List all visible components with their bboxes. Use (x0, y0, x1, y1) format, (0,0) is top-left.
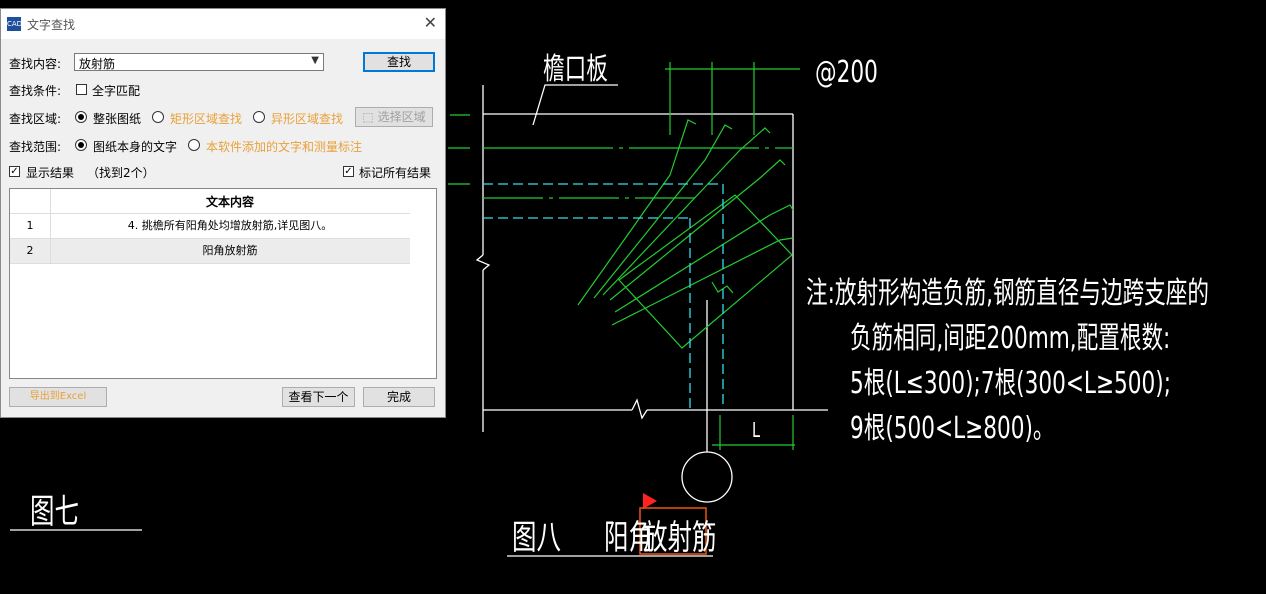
table-row[interactable]: 1 4. 挑檐所有阳角处均增放射筋,详见图八。 (10, 214, 410, 239)
note-line-4: 9根(500<L≥800)。 (850, 411, 1055, 446)
figure-8-title-b: 放射筋 (643, 518, 717, 558)
app-icon: CAD (7, 17, 22, 31)
chevron-down-icon[interactable]: ▼ (311, 55, 319, 66)
select-area-button[interactable]: ⬚ 选择区域 (355, 107, 433, 127)
eave-leader (532, 84, 618, 126)
note-line-3: 5根(L≤300);7根(300<L≥500); (850, 366, 1171, 401)
show-results-checkbox[interactable]: ✓ (9, 166, 20, 177)
dialog-titlebar[interactable]: CAD 文字查找 ✕ (1, 9, 445, 39)
whole-word-checkbox[interactable] (76, 84, 87, 95)
radial-bar-4 (609, 159, 786, 301)
dialog-title: 文字查找 (27, 18, 76, 32)
axis-bubble (681, 451, 733, 503)
area-irregular-radio[interactable] (253, 111, 265, 123)
find-scope-label: 查找范围: (9, 140, 62, 154)
view-next-button[interactable]: 查看下一个 (282, 387, 355, 407)
find-condition-label: 查找条件: (9, 84, 62, 98)
row-text: 4. 挑檐所有阳角处均增放射筋,详见图八。 (127, 219, 333, 232)
break-mark-bottom (631, 398, 648, 420)
scope-added-label[interactable]: 本软件添加的文字和测量标注 (206, 138, 362, 155)
note-line-2: 负筋相同,间距200mm,配置根数: (850, 321, 1171, 356)
select-area-label: 选择区域 (377, 110, 426, 124)
table-header: 文本内容 (10, 189, 410, 214)
show-results-label[interactable]: 显示结果 (26, 164, 74, 181)
found-count: （找到2个） (87, 166, 155, 180)
radial-bar-6 (611, 237, 794, 326)
eave-label: 檐口板 (543, 52, 608, 87)
dim-L-text: L (752, 418, 761, 442)
radial-bar-2 (593, 124, 733, 299)
column-header-text: 文本内容 (205, 195, 254, 209)
find-button[interactable]: 查找 (363, 52, 435, 72)
figure-7-label: 图七 (30, 492, 79, 532)
mark-all-label[interactable]: 标记所有结果 (359, 164, 431, 181)
find-content-value: 放射筋 (79, 57, 116, 71)
spacing-label: @200 (815, 55, 878, 90)
table-row[interactable]: 2 阳角放射筋 (10, 239, 410, 264)
area-whole-label[interactable]: 整张图纸 (93, 110, 141, 127)
scope-drawing-radio[interactable] (75, 139, 87, 151)
area-rect-radio[interactable] (152, 111, 164, 123)
radial-bar-5 (614, 204, 794, 313)
select-area-icon: ⬚ (362, 110, 378, 124)
break-mark-left (475, 254, 491, 271)
area-whole-radio[interactable] (75, 111, 87, 123)
area-irregular-label[interactable]: 异形区域查找 (271, 110, 343, 127)
radial-bar-3 (602, 127, 771, 296)
find-text-dialog: CAD 文字查找 ✕ 查找内容: 放射筋 ▼ 查找 查找条件: 全字匹配 查找区… (0, 8, 446, 418)
row-number: 1 (10, 214, 51, 238)
find-result-marker (643, 493, 657, 509)
area-rect-label[interactable]: 矩形区域查找 (170, 110, 242, 127)
note-line-1: 注:放射形构造负筋,钢筋直径与边跨支座的 (806, 276, 1209, 311)
done-button[interactable]: 完成 (363, 387, 435, 407)
row-text: 阳角放射筋 (202, 244, 258, 257)
whole-word-label[interactable]: 全字匹配 (92, 82, 140, 99)
row-number: 2 (10, 239, 51, 263)
export-excel-button[interactable]: 导出到Excel (9, 387, 107, 407)
close-icon[interactable]: ✕ (424, 13, 437, 32)
scope-drawing-label[interactable]: 图纸本身的文字 (93, 138, 177, 155)
figure-8-label: 图八 (512, 518, 561, 558)
mark-all-checkbox[interactable]: ✓ (343, 166, 354, 177)
find-content-combo[interactable]: 放射筋 ▼ (74, 53, 324, 71)
find-area-label: 查找区域: (9, 112, 62, 126)
results-table[interactable]: 文本内容 1 4. 挑檐所有阳角处均增放射筋,详见图八。 2 阳角放射筋 (9, 188, 437, 379)
scope-added-radio[interactable] (188, 139, 200, 151)
find-content-label: 查找内容: (9, 57, 62, 71)
